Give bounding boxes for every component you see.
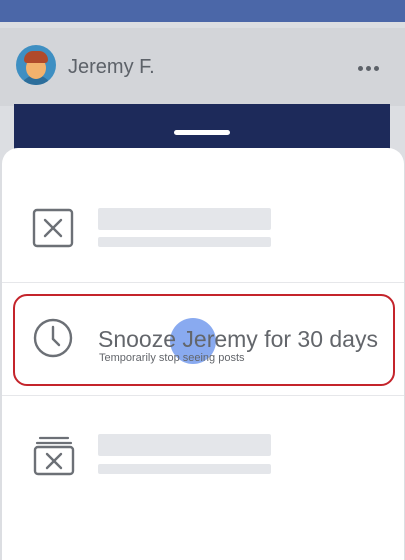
avatar[interactable] (16, 45, 56, 85)
option-subtitle-placeholder (98, 464, 271, 474)
divider (2, 282, 404, 283)
option-title-placeholder (98, 208, 271, 230)
option-unfollow[interactable] (2, 410, 404, 520)
post-header (0, 28, 405, 106)
unfollow-stack-icon (32, 432, 76, 476)
more-dot (374, 66, 379, 71)
close-square-icon (32, 208, 74, 248)
author-name[interactable]: Jeremy F. (68, 56, 155, 79)
more-dot (358, 66, 363, 71)
more-horizontal-icon[interactable] (358, 66, 379, 71)
app-top-bar (0, 0, 405, 22)
option-hide-post[interactable] (2, 175, 404, 285)
divider (2, 395, 404, 396)
more-dot (366, 66, 371, 71)
snooze-option-title[interactable]: Snooze Jeremy for 30 days (98, 326, 378, 353)
snooze-option-subtitle: Temporarily stop seeing posts (99, 352, 245, 364)
avatar-hair (24, 51, 48, 63)
option-title-placeholder (98, 434, 271, 456)
option-subtitle-placeholder (98, 237, 271, 247)
sheet-grabber[interactable] (174, 130, 230, 135)
